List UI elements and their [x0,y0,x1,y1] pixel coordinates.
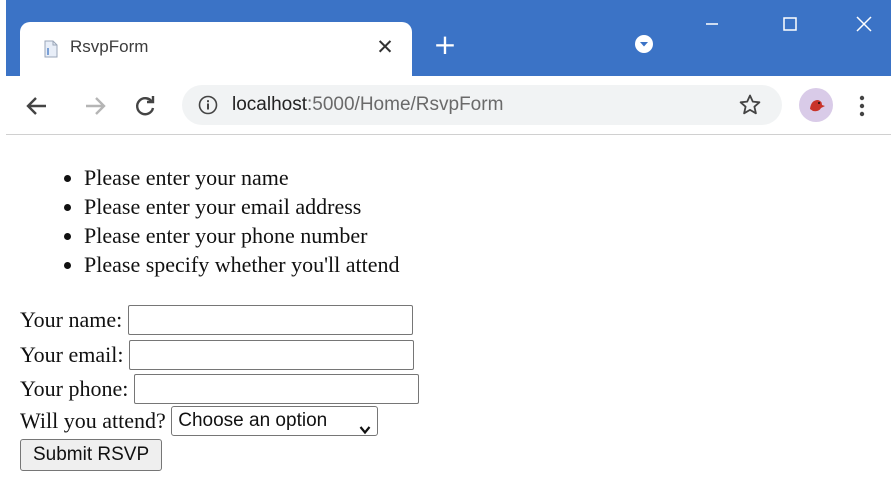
url-host: localhost [232,94,307,115]
name-label: Your name: [20,307,123,332]
browser-window: RsvpForm ✕ + localhost:5000/Home/RsvpFor… [6,0,891,490]
phone-row: Your phone: [20,374,419,404]
reload-icon[interactable] [130,91,160,121]
star-icon[interactable] [738,93,762,117]
attend-select[interactable]: Choose an option [171,406,379,436]
menu-dots-icon[interactable] [858,94,866,118]
url-path: :5000/Home/RsvpForm [307,94,504,115]
validation-error: Please specify whether you'll attend [84,250,400,279]
attend-selected-value: Choose an option [178,410,328,431]
submit-rsvp-button[interactable]: Submit RSVP [20,439,163,471]
validation-error: Please enter your email address [84,192,400,221]
forward-arrow-icon[interactable] [80,91,110,121]
profile-avatar[interactable] [799,88,833,122]
validation-error: Please enter your name [84,163,400,192]
page-content: Please enter your name Please enter your… [6,135,891,490]
email-field[interactable] [129,340,414,370]
phone-label: Your phone: [20,376,129,401]
email-label: Your email: [20,342,124,367]
back-arrow-icon[interactable] [22,91,52,121]
attend-label: Will you attend? [20,408,166,433]
window-close-icon[interactable] [844,14,884,44]
page-icon [44,40,58,58]
address-bar[interactable]: localhost:5000/Home/RsvpForm [182,85,782,125]
phone-field[interactable] [133,374,419,404]
url-text[interactable]: localhost:5000/Home/RsvpForm [232,94,503,116]
chevron-down-icon [359,416,371,435]
title-bar: RsvpForm ✕ + [6,0,891,76]
validation-summary: Please enter your name Please enter your… [6,163,400,279]
info-icon[interactable] [198,95,218,115]
new-tab-button[interactable]: + [430,30,460,60]
tab-title: RsvpForm [70,37,149,56]
email-row: Your email: [20,340,414,370]
browser-toolbar: localhost:5000/Home/RsvpForm [6,76,891,135]
maximize-icon[interactable] [770,14,810,44]
tab-rsvpform[interactable]: RsvpForm ✕ [20,22,412,76]
attend-row: Will you attend? Choose an option [20,406,379,436]
tab-search-icon[interactable] [634,34,654,54]
name-field[interactable] [127,305,413,335]
minimize-icon[interactable] [692,14,732,44]
validation-error: Please enter your phone number [84,221,400,250]
tab-close-icon[interactable]: ✕ [372,34,398,60]
name-row: Your name: [20,305,413,335]
